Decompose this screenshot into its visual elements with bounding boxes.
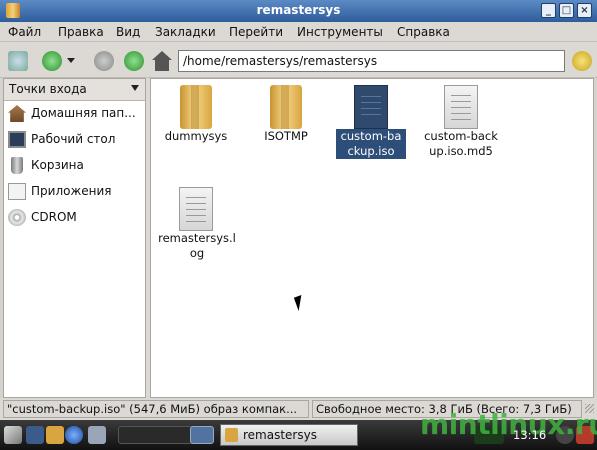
text-file-icon bbox=[444, 85, 478, 129]
sidebar-item-home[interactable]: Домашняя пап... bbox=[4, 101, 145, 127]
file-item-custom-backup-md5[interactable]: custom-backup.iso.md5 bbox=[419, 85, 503, 159]
home-icon bbox=[8, 105, 26, 122]
maximize-button[interactable]: □ bbox=[559, 3, 574, 18]
forward-icon[interactable] bbox=[94, 51, 114, 71]
sidebar-item-label: Приложения bbox=[31, 184, 112, 198]
disc-image-icon bbox=[354, 85, 388, 129]
start-menu-icon[interactable] bbox=[4, 426, 22, 444]
clock: 13:16 bbox=[513, 428, 547, 442]
sidebar-item-label: Рабочий стол bbox=[31, 132, 116, 146]
sidebar-item-desktop[interactable]: Рабочий стол bbox=[4, 127, 145, 153]
address-field[interactable]: /home/remastersys/remastersys bbox=[178, 50, 565, 72]
workspace-switcher[interactable] bbox=[118, 426, 194, 444]
menu-edit[interactable]: Правка bbox=[58, 25, 104, 39]
file-name: dummysys bbox=[164, 129, 228, 143]
go-icon[interactable] bbox=[572, 51, 592, 71]
menu-bar: Файл Правка Вид Закладки Перейти Инструм… bbox=[0, 22, 597, 42]
close-button[interactable]: × bbox=[577, 3, 592, 18]
file-manager-icon[interactable] bbox=[46, 426, 64, 444]
up-icon[interactable] bbox=[124, 51, 144, 71]
browser-icon[interactable] bbox=[65, 426, 83, 444]
desktop-icon bbox=[8, 131, 26, 148]
file-view[interactable]: dummysys ISOTMP custom-backup.iso custom… bbox=[150, 78, 594, 398]
sidebar-item-trash[interactable]: Корзина bbox=[4, 153, 145, 179]
sidebar-item-label: Домашняя пап... bbox=[31, 106, 136, 120]
watermark: mintlinux.ru bbox=[420, 408, 597, 441]
show-desktop-icon[interactable] bbox=[26, 426, 44, 444]
file-item-dummysys[interactable]: dummysys bbox=[155, 85, 237, 144]
file-name: remastersys.log bbox=[158, 231, 236, 260]
sidebar-item-applications[interactable]: Приложения bbox=[4, 179, 145, 205]
menu-tools[interactable]: Инструменты bbox=[297, 25, 383, 39]
file-name: custom-backup.iso bbox=[336, 129, 406, 159]
folder-icon bbox=[177, 85, 215, 129]
menu-help[interactable]: Справка bbox=[397, 25, 450, 39]
applications-icon bbox=[8, 183, 26, 200]
file-item-custom-backup-iso[interactable]: custom-backup.iso bbox=[330, 85, 412, 159]
back-icon[interactable] bbox=[42, 51, 62, 71]
folder-icon bbox=[267, 85, 305, 129]
file-name: ISOTMP bbox=[264, 129, 308, 143]
home-icon[interactable] bbox=[152, 51, 172, 71]
minimize-button[interactable]: _ bbox=[541, 3, 556, 18]
text-file-icon bbox=[179, 187, 213, 231]
file-item-isotmp[interactable]: ISOTMP bbox=[245, 85, 327, 144]
sidebar-item-label: Корзина bbox=[31, 158, 84, 172]
windows-icon[interactable] bbox=[88, 426, 106, 444]
taskbar-task-remastersys[interactable]: remastersys bbox=[220, 424, 358, 446]
menu-file[interactable]: Файл bbox=[8, 25, 41, 39]
menu-bookmarks[interactable]: Закладки bbox=[155, 25, 216, 39]
sidebar: Точки входа Домашняя пап... Рабочий стол… bbox=[3, 78, 146, 398]
folder-icon bbox=[225, 428, 238, 442]
selection-status: "custom-backup.iso" (547,6 МиБ) образ ко… bbox=[3, 400, 309, 418]
new-tab-icon[interactable] bbox=[8, 51, 28, 71]
title-bar: remastersys _ □ × bbox=[0, 0, 597, 22]
sidebar-item-cdrom[interactable]: CDROM bbox=[4, 205, 145, 231]
menu-view[interactable]: Вид bbox=[116, 25, 140, 39]
workspace-active[interactable] bbox=[190, 426, 214, 444]
history-dropdown-icon[interactable] bbox=[67, 51, 79, 71]
menu-go[interactable]: Перейти bbox=[229, 25, 283, 39]
trash-icon bbox=[11, 157, 23, 174]
sidebar-header[interactable]: Точки входа bbox=[4, 79, 145, 101]
file-item-remastersys-log[interactable]: remastersys.log bbox=[155, 187, 237, 261]
window-title: remastersys bbox=[256, 3, 341, 17]
chevron-down-icon[interactable] bbox=[131, 85, 139, 91]
toolbar: /home/remastersys/remastersys bbox=[0, 42, 597, 78]
file-name: custom-backup.iso.md5 bbox=[424, 129, 498, 158]
sidebar-item-label: CDROM bbox=[31, 210, 77, 224]
cdrom-icon bbox=[8, 209, 26, 226]
